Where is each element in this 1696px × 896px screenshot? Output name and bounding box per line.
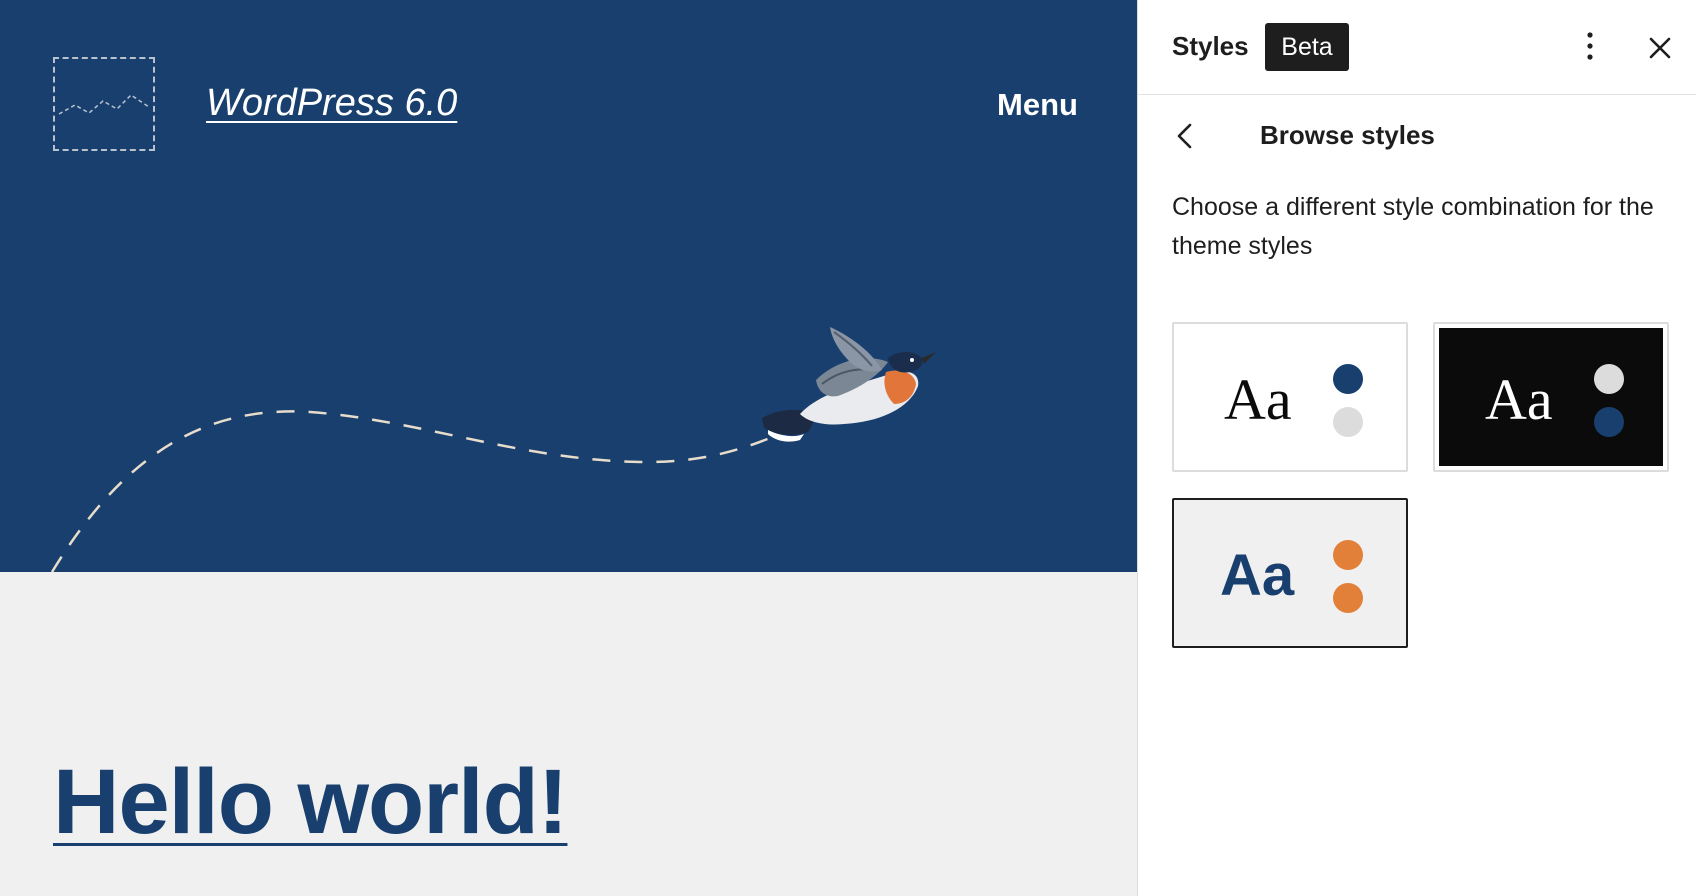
close-icon: [1649, 37, 1671, 59]
sidebar-title: Styles: [1172, 31, 1249, 61]
more-vertical-icon: [1587, 32, 1593, 60]
panel-heading: Browse styles: [1260, 120, 1435, 150]
back-button[interactable]: [1166, 116, 1206, 156]
color-swatch-secondary: [1594, 407, 1624, 437]
styles-sidebar: Styles Beta Browse styles Choose a diffe…: [1137, 0, 1696, 896]
sidebar-header: Styles Beta: [1138, 0, 1696, 95]
chevron-left-icon: [1177, 123, 1192, 149]
color-swatch-secondary: [1333, 407, 1363, 437]
style-variation-dark[interactable]: Aa: [1433, 322, 1669, 472]
variation-preview: Aa: [1178, 328, 1402, 466]
bird-illustration: [762, 327, 936, 442]
close-sidebar-button[interactable]: [1640, 28, 1680, 68]
variation-preview: Aa: [1439, 328, 1663, 466]
style-variation-selected[interactable]: Aa: [1172, 498, 1408, 648]
color-swatch-primary: [1333, 540, 1363, 570]
color-swatch-secondary: [1333, 583, 1363, 613]
more-options-button[interactable]: [1570, 26, 1610, 66]
beta-badge: Beta: [1265, 23, 1349, 71]
typography-sample: Aa: [1220, 543, 1295, 608]
panel-description: Choose a different style combination for…: [1172, 193, 1654, 260]
site-header-cover: WordPress 6.0 Menu: [0, 0, 1137, 572]
variation-preview: Aa: [1178, 504, 1402, 642]
editor-canvas[interactable]: WordPress 6.0 Menu Hello world!: [0, 0, 1137, 896]
dashed-flight-path: [50, 410, 771, 572]
style-variation-default[interactable]: Aa: [1172, 322, 1408, 472]
color-swatch-primary: [1594, 364, 1624, 394]
post-title[interactable]: Hello world!: [53, 752, 568, 852]
typography-sample: Aa: [1485, 367, 1553, 432]
typography-sample: Aa: [1224, 367, 1292, 432]
color-swatch-primary: [1333, 364, 1363, 394]
